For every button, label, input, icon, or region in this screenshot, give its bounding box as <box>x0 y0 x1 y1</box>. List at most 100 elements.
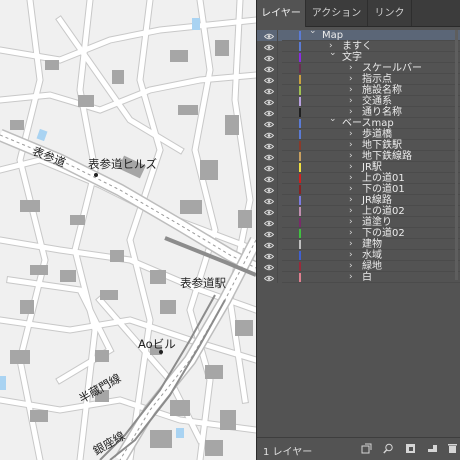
lock-toggle-column[interactable] <box>277 140 278 151</box>
map-canvas[interactable]: 表参道 表参道ヒルズ 表参道駅 Aoビル 半蔵門線 銀座線 <box>0 0 256 460</box>
layer-color-swatch <box>299 251 301 260</box>
layer-row[interactable]: › JR線路 <box>257 195 460 206</box>
layer-row[interactable]: › 建物 <box>257 239 460 250</box>
tab-actions[interactable]: アクション <box>306 0 368 26</box>
visibility-eye-icon[interactable] <box>263 32 275 40</box>
lock-toggle-column[interactable] <box>277 239 278 250</box>
chevron-down-icon[interactable]: ⌄ <box>329 48 337 59</box>
lock-toggle-column[interactable] <box>277 217 278 228</box>
tab-links[interactable]: リンク <box>368 0 412 26</box>
layer-list: ⌄ Map › ますく ⌄ 文字 › スケールバー › 指示点 › 施設名称 › 交通系 › 通り名称 ⌄ ベース… <box>257 26 460 283</box>
layer-color-swatch <box>299 273 301 282</box>
layer-color-swatch <box>299 42 301 51</box>
visibility-eye-icon[interactable] <box>263 87 275 95</box>
lock-toggle-column[interactable] <box>277 261 278 272</box>
layer-list-scrollbar[interactable] <box>455 30 458 280</box>
layer-color-swatch <box>299 31 301 40</box>
layer-row[interactable]: › 交通系 <box>257 96 460 107</box>
visibility-eye-icon[interactable] <box>263 274 275 282</box>
visibility-eye-icon[interactable] <box>263 241 275 249</box>
layer-row[interactable]: ⌄ 文字 <box>257 48 460 63</box>
layer-row[interactable]: › 上の道01 <box>257 173 460 184</box>
visibility-eye-icon[interactable] <box>263 186 275 194</box>
visibility-eye-icon[interactable] <box>263 142 275 150</box>
lock-toggle-column[interactable] <box>277 195 278 206</box>
layer-row[interactable]: ⌄ Map <box>257 26 460 41</box>
make-sublayer-icon[interactable] <box>404 443 416 455</box>
layer-row[interactable]: › 施設名称 <box>257 85 460 96</box>
lock-toggle-column[interactable] <box>277 228 278 239</box>
new-layer-icon[interactable] <box>426 443 438 455</box>
lock-toggle-column[interactable] <box>277 129 278 140</box>
layer-row[interactable]: › 白 <box>257 272 460 283</box>
layer-row[interactable]: › 歩道橋 <box>257 129 460 140</box>
layer-row[interactable]: › スケールバー <box>257 63 460 74</box>
lock-toggle-column[interactable] <box>277 151 278 162</box>
layer-color-swatch <box>299 207 301 216</box>
lock-toggle-column[interactable] <box>277 272 278 283</box>
layer-color-swatch <box>299 97 301 106</box>
layer-row[interactable]: › 地下鉄駅 <box>257 140 460 151</box>
visibility-eye-icon[interactable] <box>263 76 275 84</box>
visibility-eye-icon[interactable] <box>263 164 275 172</box>
lock-toggle-column[interactable] <box>277 184 278 195</box>
lock-toggle-column[interactable] <box>277 63 278 74</box>
layer-color-swatch <box>299 163 301 172</box>
layer-row[interactable]: › 水域 <box>257 250 460 261</box>
chevron-down-icon[interactable]: ⌄ <box>329 114 337 125</box>
lock-toggle-column[interactable] <box>277 173 278 184</box>
locate-object-icon[interactable] <box>382 443 394 455</box>
layer-color-swatch <box>299 119 301 128</box>
map-label-ao-building: Aoビル <box>138 337 176 351</box>
visibility-eye-icon[interactable] <box>263 197 275 205</box>
layer-row[interactable]: › 通り名称 <box>257 107 460 118</box>
visibility-eye-icon[interactable] <box>263 98 275 106</box>
lock-toggle-column[interactable] <box>277 118 278 129</box>
make-clipping-mask-icon[interactable] <box>360 443 372 455</box>
layer-row[interactable]: › 上の道02 <box>257 206 460 217</box>
lock-toggle-column[interactable] <box>277 250 278 261</box>
visibility-eye-icon[interactable] <box>263 131 275 139</box>
visibility-eye-icon[interactable] <box>263 252 275 260</box>
lock-toggle-column[interactable] <box>277 107 278 118</box>
layer-row[interactable]: › 緑地 <box>257 261 460 272</box>
visibility-eye-icon[interactable] <box>263 120 275 128</box>
layer-color-swatch <box>299 75 301 84</box>
lock-toggle-column[interactable] <box>277 30 278 41</box>
visibility-eye-icon[interactable] <box>263 175 275 183</box>
visibility-eye-icon[interactable] <box>263 65 275 73</box>
layer-row[interactable]: ⌄ ベースmap <box>257 114 460 129</box>
layer-row[interactable]: › 下の道02 <box>257 228 460 239</box>
visibility-eye-icon[interactable] <box>263 109 275 117</box>
lock-toggle-column[interactable] <box>277 96 278 107</box>
layer-color-swatch <box>299 108 301 117</box>
layer-row[interactable]: › 道塗り <box>257 217 460 228</box>
tab-layers[interactable]: レイヤー <box>257 0 306 27</box>
lock-toggle-column[interactable] <box>277 162 278 173</box>
layer-row[interactable]: › 指示点 <box>257 74 460 85</box>
layer-color-swatch <box>299 240 301 249</box>
lock-toggle-column[interactable] <box>277 206 278 217</box>
layer-color-swatch <box>299 64 301 73</box>
visibility-eye-icon[interactable] <box>263 54 275 62</box>
visibility-eye-icon[interactable] <box>263 230 275 238</box>
layer-color-swatch <box>299 141 301 150</box>
panel-tab-bar: レイヤー アクション リンク <box>257 0 460 27</box>
visibility-eye-icon[interactable] <box>263 263 275 271</box>
visibility-eye-icon[interactable] <box>263 43 275 51</box>
lock-toggle-column[interactable] <box>277 52 278 63</box>
visibility-eye-icon[interactable] <box>263 153 275 161</box>
lock-toggle-column[interactable] <box>277 74 278 85</box>
visibility-eye-icon[interactable] <box>263 219 275 227</box>
delete-layer-icon[interactable] <box>446 443 458 455</box>
lock-toggle-column[interactable] <box>277 41 278 52</box>
visibility-eye-icon[interactable] <box>263 208 275 216</box>
map-graphic <box>0 0 256 460</box>
layer-row[interactable]: › JR駅 <box>257 162 460 173</box>
layer-row[interactable]: › 下の道01 <box>257 184 460 195</box>
layer-row[interactable]: › ますく <box>257 41 460 52</box>
chevron-down-icon[interactable]: ⌄ <box>309 26 317 37</box>
map-label-omotesando-hills: 表参道ヒルズ <box>88 157 157 171</box>
lock-toggle-column[interactable] <box>277 85 278 96</box>
layer-row[interactable]: › 地下鉄線路 <box>257 151 460 162</box>
